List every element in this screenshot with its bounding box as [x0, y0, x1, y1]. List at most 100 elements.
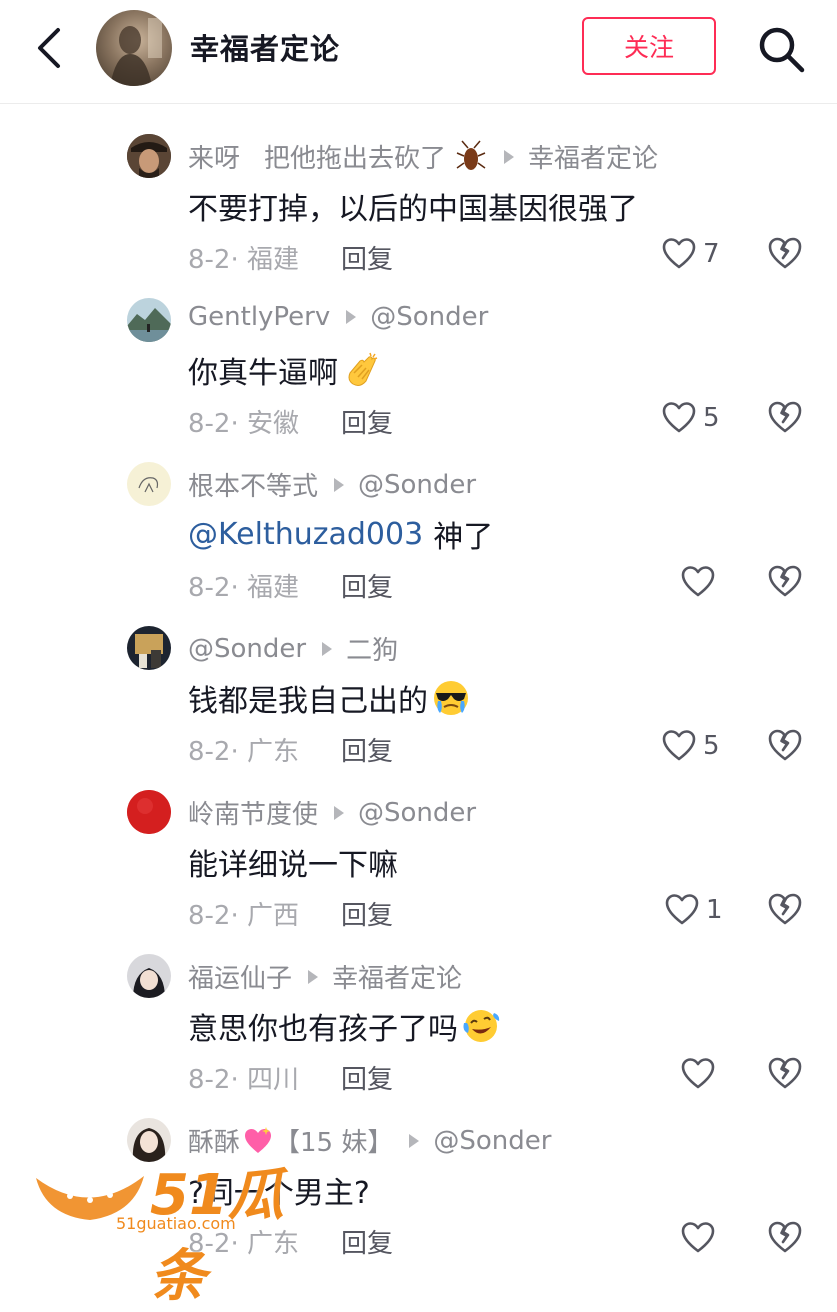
comment-item: 根本不等式 @Sonder @Kelthuzad003 神了 8-2· 福建 回…: [0, 450, 837, 614]
reply-arrow-icon: [322, 641, 333, 656]
comment-meta: @Sonder 二狗: [188, 630, 398, 667]
like-count: 7: [703, 239, 720, 269]
heart-icon: [662, 730, 696, 761]
reply-arrow-icon: [346, 310, 357, 324]
commenter-avatar[interactable]: [127, 790, 171, 834]
comment-item: 福运仙子 幸福者定论 意思你也有孩子了吗 8-2· 四川 回复: [0, 942, 837, 1106]
reply-button[interactable]: 回复: [341, 1059, 393, 1096]
commenter-avatar[interactable]: [127, 298, 171, 342]
like-button[interactable]: [680, 1218, 716, 1258]
comment-author[interactable]: 岭南节度使: [188, 794, 318, 831]
comment-date-location: 8-2· 福建: [188, 573, 299, 603]
comment-text: 能详细说一下嘛: [188, 840, 398, 884]
comment-text: 你真牛逼啊: [188, 348, 380, 392]
reply-to-user[interactable]: @Sonder: [358, 470, 476, 500]
clapping-hands-emoji: [348, 352, 378, 386]
page-title: 幸福者定论: [190, 32, 341, 66]
comment-item: 来呀 把他拖出去砍了 幸福者定论 不要打掉，以后的中国基因很强了 8-2· 福建…: [0, 122, 837, 286]
author-signature: 把他拖出去砍了: [264, 144, 447, 174]
like-button[interactable]: 1: [664, 890, 723, 930]
reply-button[interactable]: 回复: [341, 567, 393, 604]
comment-date-location: 8-2· 广西: [188, 901, 299, 931]
laughing-tears-emoji: [463, 1010, 500, 1042]
heart-icon: [681, 1058, 715, 1089]
watermark-url: 51guatiao.com: [116, 1214, 236, 1233]
heart-icon: [681, 1222, 715, 1253]
comment-date-location: 8-2· 安徽: [188, 409, 299, 439]
reply-to-user[interactable]: @Sonder: [370, 302, 488, 332]
comment-meta: 岭南节度使 @Sonder: [188, 794, 476, 831]
heart-icon: [662, 402, 696, 433]
reply-arrow-icon: [504, 149, 515, 164]
comment-body: 你真牛逼啊: [188, 356, 338, 391]
reply-arrow-icon: [308, 969, 319, 984]
comment-body: 钱都是我自己出的: [188, 684, 428, 719]
comment-text: 意思你也有孩子了吗: [188, 1004, 500, 1048]
comment-body: 神了: [433, 520, 494, 555]
reply-button[interactable]: 回复: [341, 1223, 393, 1260]
comment-item: GentlyPerv @Sonder 你真牛逼啊 8-2· 安徽 回复 5: [0, 286, 837, 450]
reply-button[interactable]: 回复: [341, 731, 393, 768]
comment-date-location: 8-2· 四川: [188, 1065, 299, 1095]
reply-to-user[interactable]: @Sonder: [433, 1126, 551, 1156]
commenter-avatar[interactable]: [127, 134, 171, 178]
like-button[interactable]: 7: [661, 234, 720, 274]
broken-heart-icon[interactable]: [766, 726, 804, 764]
comment-meta: GentlyPerv @Sonder: [188, 302, 488, 332]
reply-button[interactable]: 回复: [341, 403, 393, 440]
back-arrow-icon[interactable]: [30, 26, 70, 70]
commenter-avatar[interactable]: [127, 462, 171, 506]
commenter-avatar[interactable]: [127, 626, 171, 670]
heart-icon: [665, 894, 699, 925]
comment-date-location: 8-2· 广东: [188, 737, 299, 767]
cockroach-emoji: [456, 140, 486, 170]
comment-meta: 来呀 把他拖出去砍了 幸福者定论: [188, 138, 658, 175]
reply-to-user[interactable]: 二狗: [346, 630, 398, 667]
reply-to-user[interactable]: 幸福者定论: [528, 138, 658, 175]
like-button[interactable]: 5: [661, 726, 720, 766]
reply-arrow-icon: [409, 1133, 420, 1148]
broken-heart-icon[interactable]: [766, 562, 804, 600]
comment-body: 不要打掉，以后的中国基因很强了: [188, 192, 638, 227]
comment-author[interactable]: GentlyPerv: [188, 302, 330, 332]
like-count: 1: [706, 895, 723, 925]
like-button[interactable]: [680, 562, 716, 602]
comment-text: 钱都是我自己出的: [188, 676, 470, 720]
comment-date-location: 8-2· 福建: [188, 245, 299, 275]
comment-author[interactable]: 福运仙子: [188, 958, 292, 995]
top-bar: 幸福者定论 关注: [0, 0, 837, 104]
comment-meta: 福运仙子 幸福者定论: [188, 958, 462, 995]
broken-heart-icon[interactable]: [766, 1218, 804, 1256]
site-watermark: 51瓜条 51guatiao.com: [30, 1158, 330, 1309]
reply-button[interactable]: 回复: [341, 895, 393, 932]
comment-body: 意思你也有孩子了吗: [188, 1012, 458, 1047]
broken-heart-icon[interactable]: [766, 1054, 804, 1092]
reply-arrow-icon: [334, 805, 345, 820]
like-count: 5: [703, 403, 720, 433]
reply-arrow-icon: [334, 477, 345, 492]
comment-text: @Kelthuzad003 神了: [188, 512, 493, 556]
mention-link[interactable]: @Kelthuzad003: [188, 517, 423, 552]
comment-author[interactable]: 根本不等式: [188, 466, 318, 503]
reply-button[interactable]: 回复: [341, 239, 393, 276]
comment-body: 能详细说一下嘛: [188, 848, 398, 883]
comment-author[interactable]: @Sonder: [188, 634, 306, 664]
comment-author[interactable]: 来呀: [188, 138, 240, 175]
comment-item: 岭南节度使 @Sonder 能详细说一下嘛 8-2· 广西 回复 1: [0, 778, 837, 942]
comment-meta: 根本不等式 @Sonder: [188, 466, 476, 503]
sunglasses-tears-emoji: [434, 681, 468, 715]
follow-button[interactable]: 关注: [582, 17, 716, 75]
comment-text: 不要打掉，以后的中国基因很强了: [188, 184, 638, 228]
commenter-avatar[interactable]: [127, 954, 171, 998]
profile-avatar[interactable]: [96, 10, 172, 86]
broken-heart-icon[interactable]: [766, 890, 804, 928]
broken-heart-icon[interactable]: [766, 398, 804, 436]
reply-to-user[interactable]: 幸福者定论: [332, 958, 462, 995]
like-button[interactable]: 5: [661, 398, 720, 438]
search-icon[interactable]: [756, 24, 806, 74]
broken-heart-icon[interactable]: [766, 234, 804, 272]
heart-icon: [662, 238, 696, 269]
reply-to-user[interactable]: @Sonder: [358, 798, 476, 828]
like-button[interactable]: [680, 1054, 716, 1094]
comment-item: @Sonder 二狗 钱都是我自己出的 8-2· 广东 回复 5: [0, 614, 837, 778]
